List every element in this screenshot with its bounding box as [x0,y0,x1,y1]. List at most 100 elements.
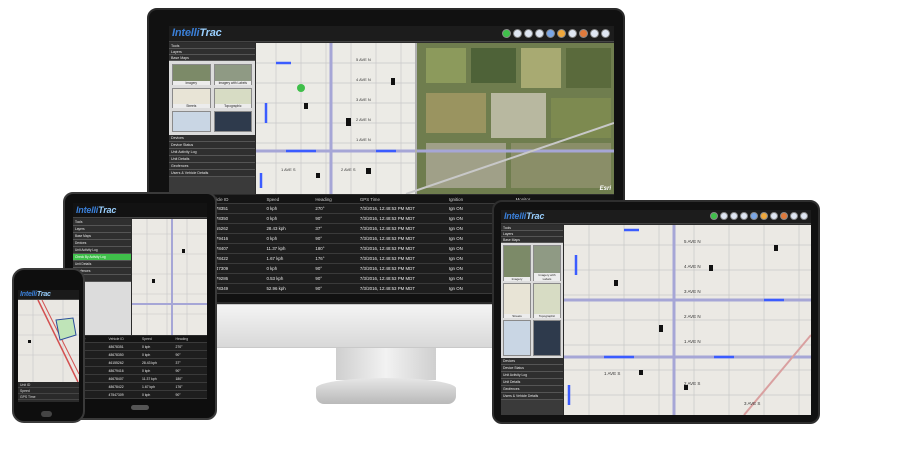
table-icon[interactable] [790,212,798,220]
tablet-table-row[interactable]: 75036486783500 kph90° [73,351,207,359]
table-cell: 176° [315,256,325,261]
basemap-thumb[interactable]: Imagery with Labels [533,245,561,281]
table-cell: 0.53 kph [266,276,284,281]
measure-icon[interactable] [780,212,788,220]
tablet-sidebar-row[interactable]: Check By Activity Log [73,254,131,261]
layers-icon[interactable] [557,29,566,38]
zoom-out-icon[interactable] [730,212,738,220]
sidebar-row[interactable]: Device Status [501,365,563,372]
basemap-thumb[interactable]: Topographic [533,282,561,319]
street-label: 5 AVE N [356,57,371,62]
map-canvas: 5 AVE N 4 AVE N 3 AVE N 2 AVE N 1 AVE N … [256,43,614,194]
table-cell: 7/3/2016, 12:48:53 PM MDT [359,276,416,281]
landscape-header: IntelliTrac [501,210,811,224]
basemap-thumb[interactable] [533,320,561,356]
landscape-map[interactable]: 5 AVE N 4 AVE N 3 AVE N 2 AVE N 1 AVE N … [564,225,811,415]
table-cell: 90° [315,216,323,221]
sidebar-row[interactable]: Geofences [501,386,563,393]
sidebar-row[interactable]: Unit Activity Log [501,372,563,379]
landscape-logo: IntelliTrac [504,211,545,221]
print-icon[interactable] [770,212,778,220]
tablet-sidebar-row[interactable]: Unit Activity Log [73,247,131,254]
tablet-table-row[interactable]: 16078486794160 kph90° [73,367,207,375]
column-header[interactable]: Speed [140,336,174,342]
sidebar-row[interactable]: Geofences [169,163,255,170]
landscape-sidebar: Tools Layers Base Maps Imagery Imagery with… [501,225,563,415]
tablet-sidebar-row[interactable]: Layers [73,226,131,233]
tablet-map[interactable] [132,219,207,335]
phone-home-button[interactable] [41,411,52,417]
tablet-sidebar-row[interactable]: Base Maps [73,233,131,240]
tablet-sidebar-row[interactable]: Devices [73,240,131,247]
basemap-thumb[interactable]: Streets [503,282,531,319]
map-view[interactable]: 5 AVE N 4 AVE N 3 AVE N 2 AVE N 1 AVE N … [256,43,614,194]
basemap-thumb[interactable]: Topographic [213,87,252,109]
basemap-thumb[interactable]: Streets [172,87,211,109]
phone-logo: IntelliTrac [20,291,51,298]
sidebar-row[interactable]: Devices [169,135,255,142]
layers-icon[interactable] [760,212,768,220]
table-cell: 0 kph [142,353,151,357]
basemap-thumb[interactable]: Imagery with Labels [213,64,252,85]
table-cell: 7/3/2016, 12:48:53 PM MDT [359,236,416,241]
basemap-thumb[interactable]: Imagery [503,245,531,281]
print-icon[interactable] [568,29,577,38]
tablet-table-row[interactable]: 931114667840711.37 kph180° [73,375,207,383]
street-label: 3 AVE N [356,97,371,102]
basemap-thumb[interactable] [172,111,211,132]
street-label: 1 AVE N [356,137,371,142]
sidebar: Tools Layers Base Maps Imagery Imagery with… [169,43,255,194]
basemap-thumb[interactable]: Imagery [172,64,211,85]
landscape-basemap-gallery: Imagery Imagery with Labels Streets Topogra… [501,243,563,358]
zoom-out-icon[interactable] [524,29,533,38]
pan-icon[interactable] [750,212,758,220]
measure-icon[interactable] [579,29,588,38]
sidebar-row[interactable]: Users & Vehicle Details [501,393,563,400]
tablet-table: Unit IDVehicle IDSpeedHeading75030486783… [73,336,207,399]
settings-icon[interactable] [601,29,610,38]
tablet-table-row[interactable]: 451234615526228.43 kph37° [73,359,207,367]
sidebar-row[interactable]: Unit Activity Log [169,149,255,156]
tablet-table-row[interactable]: 75030486783510 kph270° [73,343,207,351]
column-header[interactable]: Heading [174,336,208,342]
tablet-sidebar-row[interactable]: Tools [73,219,131,226]
settings-icon[interactable] [800,212,808,220]
table-cell: 0 kph [266,216,278,221]
column-header[interactable]: Vehicle ID [107,336,141,342]
street-label: 2 AVE S [341,167,356,172]
tablet-sidebar-row[interactable]: Unit Details [73,261,131,268]
basemap-label: Streets [173,104,210,109]
column-header[interactable]: GPS Time [356,195,445,203]
phone-map-canvas[interactable] [18,300,79,382]
sidebar-row[interactable]: Devices [501,358,563,365]
sidebar-row[interactable]: Device Status [169,142,255,149]
tablet-app: IntelliTrac Tools Layers Base Maps Devices U… [73,203,207,399]
tablet-home-button[interactable] [131,405,149,410]
table-icon[interactable] [590,29,599,38]
zoom-in-icon[interactable] [513,29,522,38]
basemap-label: Imagery with Labels [214,80,251,85]
table-cell: 90° [315,266,323,271]
status-green-icon[interactable] [710,212,718,220]
basemap-thumb[interactable] [503,320,531,356]
sidebar-row[interactable]: Users & Vehicle Details [169,170,255,177]
home-icon[interactable] [740,212,748,220]
column-header[interactable]: Speed [262,195,311,203]
basemap-thumb[interactable] [213,111,252,132]
table-cell: 176° [175,385,183,389]
sidebar-row[interactable]: Unit Details [169,156,255,163]
basemap-label: Imagery [173,80,210,85]
tablet-table-row[interactable]: 73887475473090 kph90° [73,391,207,399]
map-attribution: Esri [599,186,611,192]
status-green-icon[interactable] [502,29,511,38]
street-label: 1 AVE N [684,339,701,344]
column-header[interactable]: Heading [311,195,356,203]
home-icon[interactable] [535,29,544,38]
phone-detail-row[interactable]: GPS Time [18,394,79,400]
zoom-in-icon[interactable] [720,212,728,220]
sidebar-row[interactable]: Unit Details [501,379,563,386]
street-label: 2 AVE N [356,117,371,122]
pan-icon[interactable] [546,29,555,38]
phone-detail-list: Unit ID Speed GPS Time [18,382,79,402]
tablet-table-row[interactable]: 16281486784221.67 kph176° [73,383,207,391]
